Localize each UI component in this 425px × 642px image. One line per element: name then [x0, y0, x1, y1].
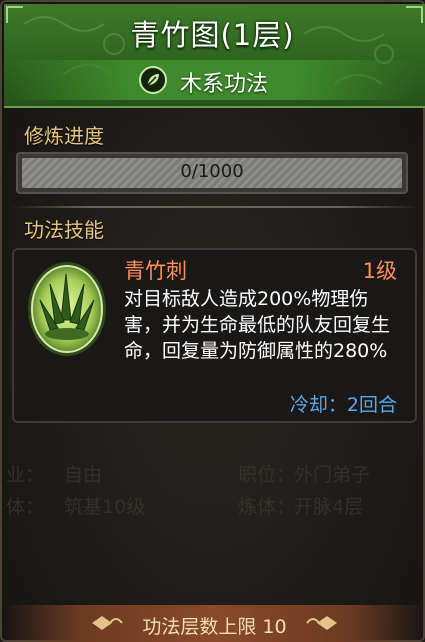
panel-title: 青竹图(1层) — [130, 18, 295, 52]
background-text: 筑基10级 — [64, 496, 146, 518]
background-text: 业： — [6, 464, 45, 486]
background-text: 职位： — [238, 464, 296, 486]
cooldown-value: 2回合 — [346, 394, 397, 416]
cooldown-label: 冷却： — [289, 394, 347, 416]
skill-level: 1级 — [362, 259, 397, 283]
bamboo-spikes-icon — [28, 262, 106, 356]
skill-cooldown: 冷却：2回合 — [290, 390, 397, 417]
cultivation-progress-heading: 修炼进度 — [24, 124, 104, 148]
cultivation-progress-bar: 0/1000 — [16, 152, 408, 194]
progress-value: 0/1000 — [180, 161, 244, 182]
background-text: 炼体： — [238, 496, 296, 518]
technique-layer-limit: 功法层数上限 10 — [142, 616, 287, 638]
technique-panel: 青竹图(1层) 木系功法 修炼进度 0/1000 功法技能 业： 自由 职位： … — [0, 0, 425, 642]
element-type-label: 木系功法 — [180, 72, 269, 97]
technique-skill-heading: 功法技能 — [24, 218, 104, 242]
background-text: 开脉4层 — [294, 496, 364, 518]
footer-ornament-right — [306, 616, 337, 630]
section-divider — [10, 206, 419, 208]
skill-description: 对目标敌人造成200%物理伤害，并为生命最低的队友回复生命，回复量为防御属性的2… — [124, 288, 391, 362]
leaf-icon — [139, 66, 167, 94]
skill-name: 青竹刺 — [124, 259, 187, 283]
background-text: 自由 — [64, 464, 103, 486]
background-text: 体： — [6, 496, 45, 518]
background-text: 外门弟子 — [294, 464, 371, 486]
